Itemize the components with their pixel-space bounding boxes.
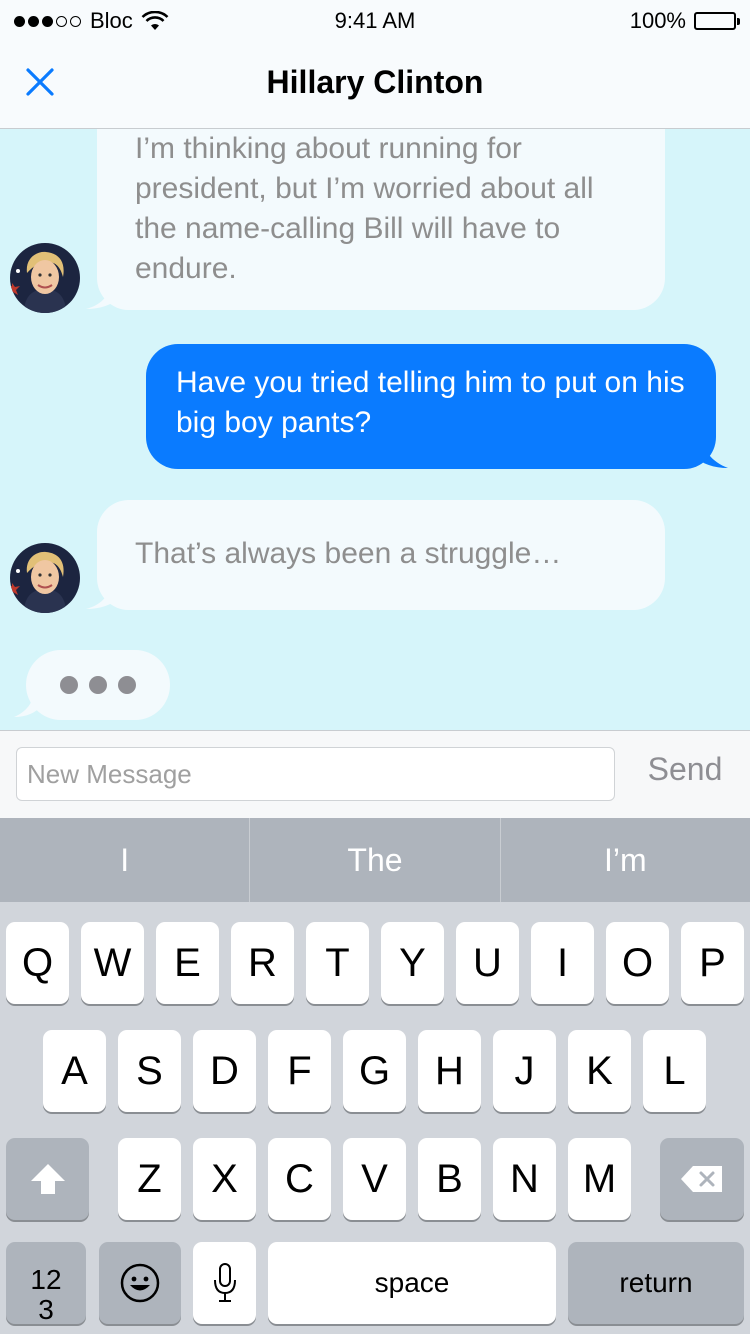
- emoji-key[interactable]: [99, 1242, 181, 1324]
- key[interactable]: Z: [118, 1138, 181, 1220]
- key[interactable]: D: [193, 1030, 256, 1112]
- key[interactable]: S: [118, 1030, 181, 1112]
- key[interactable]: B: [418, 1138, 481, 1220]
- keyboard: I The I’m Q W E R T Y U I O P A S D F G …: [0, 818, 750, 1334]
- key[interactable]: C: [268, 1138, 331, 1220]
- return-key[interactable]: return: [568, 1242, 744, 1324]
- contact-avatar[interactable]: [10, 243, 80, 313]
- dictation-key[interactable]: [193, 1242, 256, 1324]
- backspace-icon: [681, 1166, 722, 1192]
- battery-percent: 100%: [629, 8, 686, 33]
- key[interactable]: A: [43, 1030, 106, 1112]
- typing-indicator: [26, 650, 170, 720]
- key[interactable]: W: [81, 922, 144, 1004]
- key[interactable]: N: [493, 1138, 556, 1220]
- key[interactable]: V: [343, 1138, 406, 1220]
- suggestion-item[interactable]: I’m: [501, 818, 750, 902]
- typing-dots-icon: [60, 676, 136, 694]
- key[interactable]: H: [418, 1030, 481, 1112]
- key[interactable]: L: [643, 1030, 706, 1112]
- key[interactable]: O: [606, 922, 669, 1004]
- key[interactable]: R: [231, 922, 294, 1004]
- numbers-key-label: 12 3: [30, 1264, 62, 1325]
- key[interactable]: M: [568, 1138, 631, 1220]
- composer-bar: Send: [0, 730, 750, 819]
- numbers-key[interactable]: 12 3: [6, 1242, 86, 1325]
- suggestion-item[interactable]: I: [0, 818, 251, 902]
- emoji-icon: [120, 1263, 160, 1303]
- shift-icon: [30, 1164, 65, 1194]
- key[interactable]: U: [456, 922, 519, 1004]
- incoming-message: I’m thinking about running for president…: [97, 129, 665, 310]
- key[interactable]: F: [268, 1030, 331, 1112]
- key[interactable]: E: [156, 922, 219, 1004]
- status-bar: Bloc 9:41 AM 100%: [0, 0, 750, 40]
- microphone-icon: [213, 1263, 236, 1302]
- incoming-message: That’s always been a struggle…: [97, 500, 665, 610]
- contact-avatar[interactable]: [10, 543, 80, 613]
- space-key[interactable]: space: [268, 1242, 556, 1324]
- battery-icon: [694, 12, 740, 30]
- key[interactable]: Y: [381, 922, 444, 1004]
- key[interactable]: T: [306, 922, 369, 1004]
- send-button[interactable]: Send: [630, 751, 740, 788]
- shift-key[interactable]: [6, 1138, 89, 1220]
- avatar-portrait-icon: [10, 543, 80, 613]
- conversation-title: Hillary Clinton: [266, 64, 484, 100]
- suggestion-item[interactable]: The: [250, 818, 501, 902]
- key[interactable]: X: [193, 1138, 256, 1220]
- message-input[interactable]: [16, 747, 615, 801]
- battery-status: 100%: [629, 8, 740, 34]
- nav-bar: Hillary Clinton: [0, 40, 750, 129]
- key[interactable]: P: [681, 922, 744, 1004]
- key[interactable]: K: [568, 1030, 631, 1112]
- backspace-key[interactable]: [660, 1138, 744, 1220]
- predictive-bar: I The I’m: [0, 818, 750, 902]
- key[interactable]: I: [531, 922, 594, 1004]
- avatar-portrait-icon: [10, 243, 80, 313]
- message-thread[interactable]: I’m thinking about running for president…: [0, 129, 750, 730]
- key[interactable]: Q: [6, 922, 69, 1004]
- outgoing-message: Have you tried telling him to put on his…: [146, 344, 716, 469]
- key[interactable]: J: [493, 1030, 556, 1112]
- key[interactable]: G: [343, 1030, 406, 1112]
